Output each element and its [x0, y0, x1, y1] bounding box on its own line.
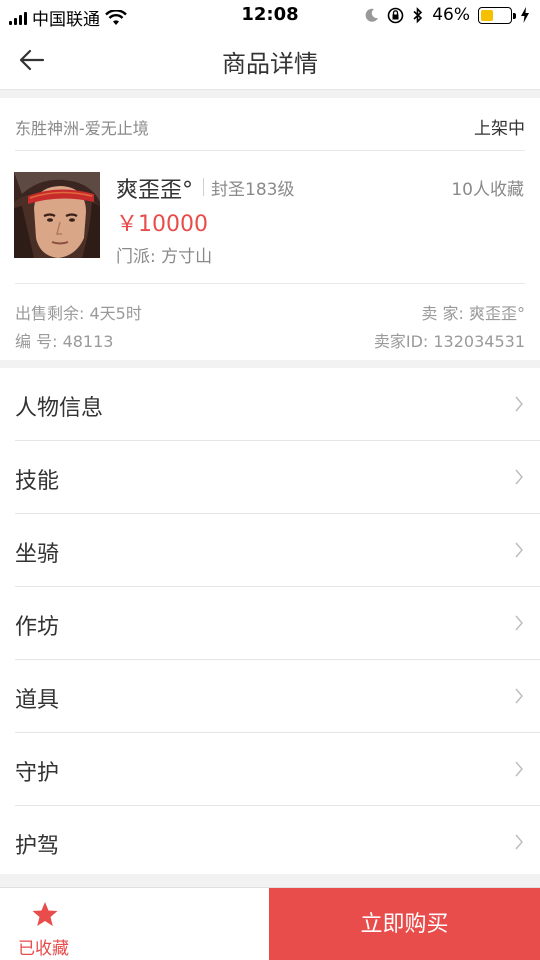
- battery-percent: 46%: [432, 5, 470, 25]
- menu-item-label: 作坊: [15, 615, 60, 640]
- server-name: 东胜神洲-爱无止境: [15, 119, 149, 138]
- charging-icon: [521, 7, 529, 23]
- chevron-right-icon: [515, 542, 523, 558]
- battery-icon: [478, 6, 516, 24]
- buy-now-button[interactable]: 立即购买: [269, 888, 540, 960]
- rotation-lock-icon: [387, 7, 404, 23]
- seller-id: 卖家ID: 132034531: [373, 332, 525, 351]
- chevron-right-icon: [515, 688, 523, 704]
- menu-item-label: 人物信息: [15, 396, 104, 421]
- status-right: 46%: [365, 5, 530, 25]
- product-card: 东胜神洲-爱无止境 上架中 爽歪歪° 封圣183级 10人收藏 ￥10000 门…: [0, 98, 540, 360]
- favorite-count: 10人收藏: [451, 180, 524, 200]
- status-bar: 中国联通 12:08 46%: [0, 0, 540, 30]
- character-sect: 门派: 方寸山: [116, 247, 213, 267]
- character-name: 爽歪歪°: [116, 178, 194, 203]
- nav-bar: 商品详情: [0, 30, 540, 90]
- menu-item-label: 道具: [15, 688, 60, 713]
- seller-name: 卖 家: 爽歪歪°: [421, 304, 525, 323]
- menu-item-label: 技能: [15, 469, 60, 494]
- menu-item-character-info[interactable]: 人物信息: [0, 368, 540, 441]
- chevron-right-icon: [515, 615, 523, 631]
- favorite-button[interactable]: 已收藏: [0, 888, 269, 960]
- moon-icon: [365, 8, 379, 22]
- chevron-right-icon: [515, 396, 523, 412]
- menu-item-skills[interactable]: 技能: [0, 441, 540, 514]
- character-avatar: [14, 172, 100, 258]
- character-level: 封圣183级: [211, 180, 295, 200]
- detail-menu: 人物信息 技能 坐骑 作坊 道具 守护 护驾: [0, 368, 540, 874]
- menu-item-escort[interactable]: 护驾: [0, 806, 540, 879]
- menu-item-label: 护驾: [15, 834, 60, 859]
- divider: [203, 178, 204, 196]
- menu-item-guardian[interactable]: 守护: [0, 733, 540, 806]
- chevron-right-icon: [515, 834, 523, 850]
- product-price: ￥10000: [116, 212, 208, 237]
- menu-item-label: 守护: [15, 761, 60, 786]
- chevron-right-icon: [515, 469, 523, 485]
- listing-status: 上架中: [474, 119, 525, 139]
- menu-item-mounts[interactable]: 坐骑: [0, 514, 540, 587]
- bottom-action-bar: 已收藏 立即购买: [0, 887, 540, 960]
- serial-number: 编 号: 48113: [15, 332, 114, 351]
- menu-item-items[interactable]: 道具: [0, 660, 540, 733]
- menu-item-workshop[interactable]: 作坊: [0, 587, 540, 660]
- page-title: 商品详情: [222, 50, 318, 78]
- time-remaining: 出售剩余: 4天5时: [15, 304, 142, 323]
- menu-item-label: 坐骑: [15, 542, 60, 567]
- star-icon: [32, 902, 58, 926]
- card-header: 东胜神洲-爱无止境 上架中: [15, 98, 525, 151]
- bluetooth-icon: [413, 6, 423, 23]
- favorite-label: 已收藏: [18, 939, 69, 959]
- chevron-right-icon: [515, 761, 523, 777]
- divider: [15, 283, 525, 284]
